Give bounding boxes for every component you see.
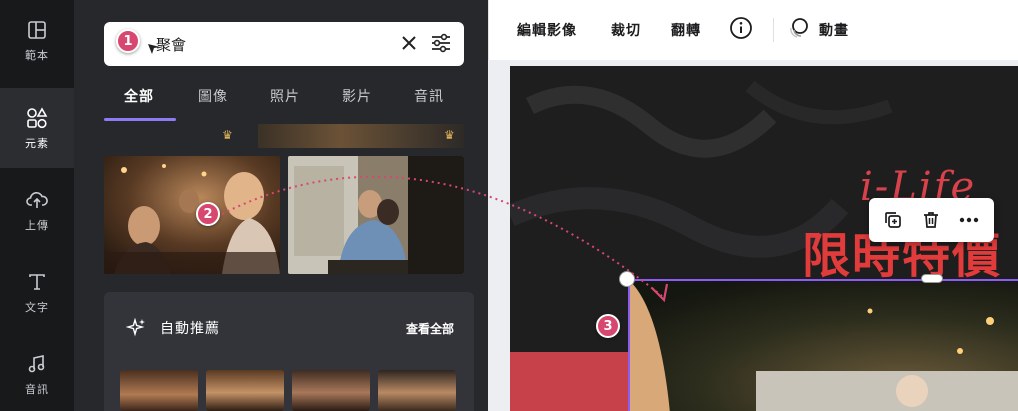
- image-toolbar: 編輯影像 裁切 翻轉 動畫: [488, 0, 1018, 60]
- text-icon: [24, 269, 50, 295]
- search-input-value: 聚會: [156, 36, 187, 54]
- premium-crown-icon: ♛: [222, 128, 233, 142]
- step-badge-1: 1: [116, 29, 140, 53]
- toolbar-divider: [773, 18, 774, 42]
- duplicate-icon[interactable]: [881, 208, 905, 232]
- party-photo-image: [104, 156, 280, 274]
- close-icon[interactable]: [398, 32, 420, 54]
- premium-crown-icon: ♛: [444, 128, 455, 142]
- elements-panel: 聚會 全部 圖像 照片 影片 音訊 ♛ ♛ 自動推薦 查看全部: [74, 0, 488, 411]
- tab-graphics[interactable]: 圖像: [198, 86, 228, 106]
- sidebar-item-templates[interactable]: 範本: [0, 0, 74, 80]
- element-context-toolbar: [869, 198, 994, 242]
- search-tabs: 全部 圖像 照片 影片 音訊: [104, 86, 474, 121]
- resize-handle-corner[interactable]: [620, 272, 634, 286]
- app-window: 範本 元素 上傳 文字 音訊 聚會 全部 圖像 照片 影片 音訊 ♛ ♛ 自動推…: [0, 0, 1018, 411]
- sidebar-item-label: 範本: [25, 49, 49, 62]
- step-badge-2: 2: [196, 202, 220, 226]
- tab-photos[interactable]: 照片: [270, 86, 300, 106]
- resize-handle-top[interactable]: [922, 275, 942, 282]
- active-tab-indicator: [104, 118, 176, 121]
- step-badge-3: 3: [596, 314, 620, 338]
- edit-image-button[interactable]: 編輯影像: [517, 20, 577, 40]
- placed-photo-element[interactable]: [628, 279, 1018, 411]
- more-options-icon[interactable]: [957, 208, 981, 232]
- filter-icon[interactable]: [430, 32, 452, 54]
- search-input[interactable]: 聚會: [104, 22, 464, 66]
- see-all-link[interactable]: 查看全部: [406, 320, 454, 337]
- photo-result-hug[interactable]: [288, 156, 464, 274]
- upload-icon: [24, 187, 50, 213]
- audio-icon: [24, 351, 50, 377]
- sidebar-item-label: 元素: [25, 137, 49, 150]
- tab-all[interactable]: 全部: [124, 86, 154, 106]
- sparkle-icon: [125, 317, 146, 338]
- flip-button[interactable]: 翻轉: [671, 20, 701, 40]
- result-strip-left: ♛: [104, 124, 274, 148]
- recommend-thumbnail[interactable]: [378, 370, 456, 411]
- photo-result-party-dinner[interactable]: [104, 156, 280, 274]
- recommend-thumbnail[interactable]: [292, 370, 370, 411]
- sidebar-item-label: 文字: [25, 301, 49, 314]
- hug-photo-image: [288, 156, 464, 274]
- sidebar-item-audio[interactable]: 音訊: [0, 334, 74, 411]
- template-icon: [24, 17, 50, 43]
- trash-icon[interactable]: [919, 208, 943, 232]
- elements-icon: [24, 105, 50, 131]
- crop-button[interactable]: 裁切: [611, 20, 641, 40]
- sidebar-item-elements[interactable]: 元素: [0, 88, 74, 168]
- placed-photo-image: [630, 281, 1018, 411]
- recommend-thumbnail[interactable]: [120, 370, 198, 411]
- recommend-thumbnail[interactable]: [206, 370, 284, 411]
- sidebar-item-upload[interactable]: 上傳: [0, 170, 74, 250]
- animate-icon[interactable]: [787, 16, 811, 40]
- result-thumbnail-partial[interactable]: ♛: [258, 124, 464, 148]
- sidebar-item-label: 上傳: [25, 219, 49, 232]
- sidebar-item-label: 音訊: [25, 383, 49, 396]
- sidebar-rail: 範本 元素 上傳 文字 音訊: [0, 0, 74, 411]
- info-icon[interactable]: [729, 16, 753, 40]
- auto-recommend-section: 自動推薦 查看全部: [104, 292, 474, 411]
- auto-recommend-title: 自動推薦: [160, 321, 220, 337]
- animate-button[interactable]: 動畫: [819, 20, 849, 40]
- tab-videos[interactable]: 影片: [342, 86, 372, 106]
- sidebar-item-text[interactable]: 文字: [0, 252, 74, 332]
- tab-audio[interactable]: 音訊: [414, 86, 444, 106]
